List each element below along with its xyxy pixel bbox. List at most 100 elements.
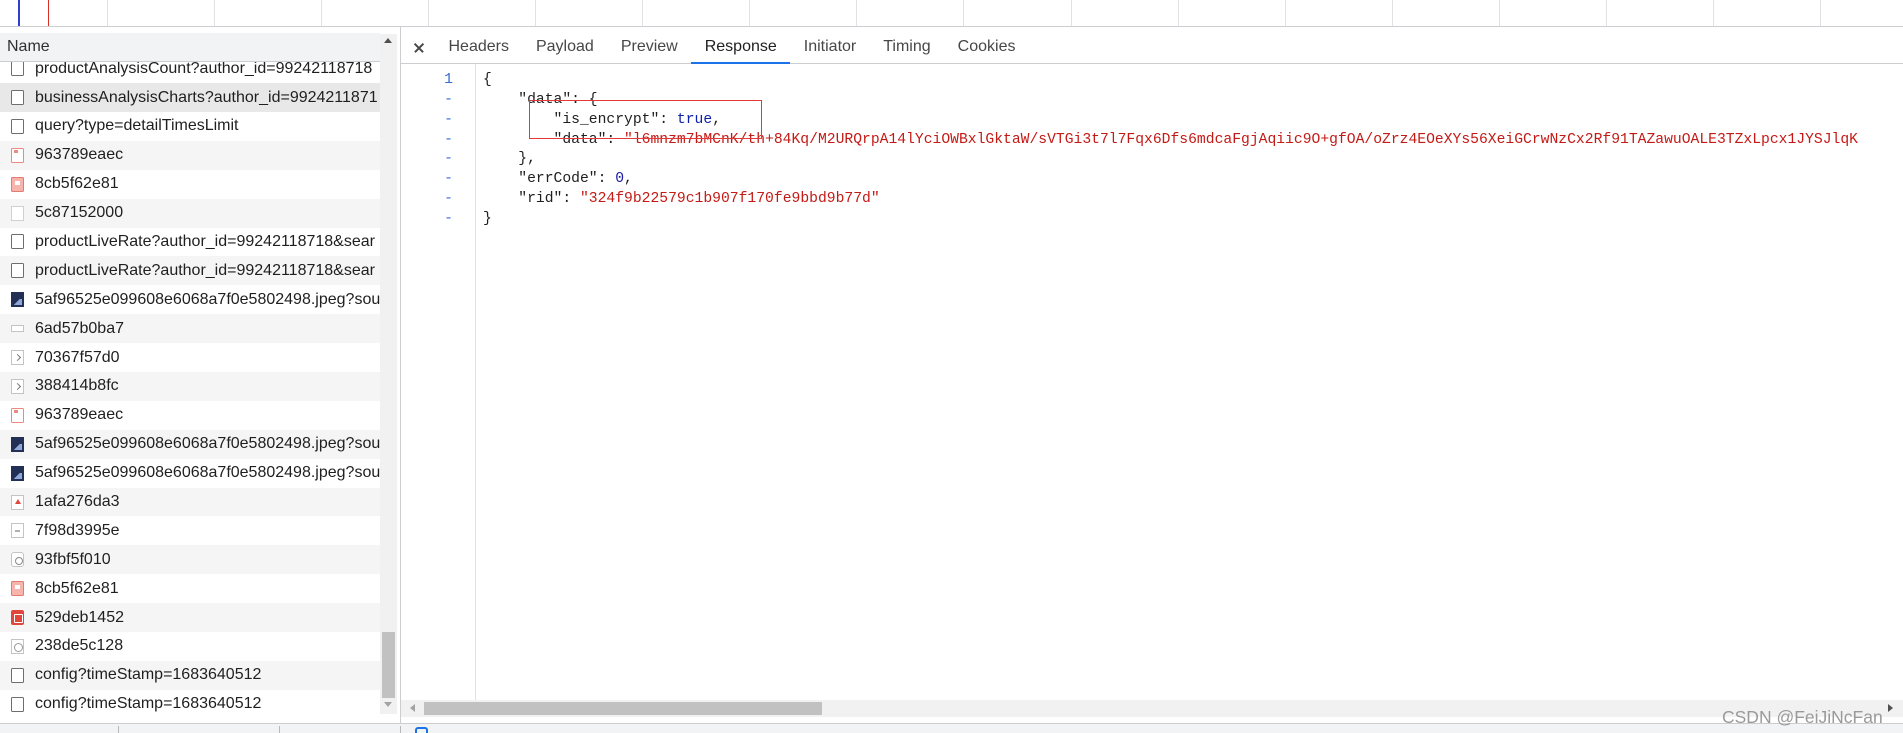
request-name: config?timeStamp=1683640512: [35, 695, 262, 713]
photo-thumbnail-icon: [11, 465, 24, 481]
request-name: 963789eaec: [35, 146, 124, 164]
close-details-button[interactable]: [401, 27, 435, 63]
overview-grid-line: [321, 0, 323, 26]
request-name: 5af96525e099608e6068a7f0e5802498.jpeg?so…: [35, 290, 380, 308]
overview-grid-line: [107, 0, 108, 26]
details-tab-bar: Headers Payload Preview Response Initiator Ti…: [401, 27, 1903, 64]
json-punct: ,: [624, 171, 633, 188]
scrollbar-thumb[interactable]: [424, 702, 822, 715]
tab-timing[interactable]: Timing: [870, 27, 944, 64]
request-row[interactable]: 963789eaec: [0, 400, 380, 430]
request-row[interactable]: productLiveRate?author_id=99242118718&se…: [0, 227, 380, 257]
line-number: -: [444, 92, 453, 109]
json-punct: },: [518, 151, 536, 168]
fetch-request-icon: [11, 62, 24, 77]
code-line: "rid": "324f9b22579c1b907f170fe9bbd9b77d…: [483, 190, 1903, 210]
response-viewer: 1 - - - - - - - {"data": {"is_encrypt": true, "d…: [401, 64, 1903, 700]
status-separator: [400, 726, 401, 733]
request-row[interactable]: 529deb1452: [0, 603, 380, 633]
line-number: -: [444, 171, 453, 188]
request-row[interactable]: 93fbf5f010: [0, 545, 380, 575]
response-body: {"data": {"is_encrypt": true, "data": "l6…: [483, 64, 1903, 230]
request-name: businessAnalysisCharts?author_id=9924211…: [35, 88, 378, 106]
json-string: "324f9b22579c1b907f170fe9bbd9b77d": [579, 190, 880, 207]
request-row[interactable]: 70367f57d0: [0, 343, 380, 372]
json-punct: {: [483, 72, 492, 89]
request-row[interactable]: 5c87152000: [0, 198, 380, 228]
request-row[interactable]: 5af96525e099608e6068a7f0e5802498.jpeg?so…: [0, 285, 380, 315]
request-row[interactable]: productAnalysisCount?author_id=992421187…: [0, 62, 380, 84]
request-name: productAnalysisCount?author_id=992421187…: [35, 62, 373, 77]
font-icon: [11, 552, 24, 568]
scroll-down-arrow-icon[interactable]: [384, 702, 392, 707]
dom-content-loaded-marker: [18, 0, 20, 26]
overview-grid-line: [1070, 0, 1072, 26]
fetch-request-icon: [11, 90, 24, 106]
request-row[interactable]: 8cb5f62e81: [0, 574, 380, 604]
request-row[interactable]: 388414b8fc: [0, 372, 380, 401]
overview-grid-line: [1605, 0, 1607, 26]
overview-grid-line: [963, 0, 965, 26]
json-key: "rid": [518, 190, 563, 207]
overview-grid-line: [428, 0, 430, 26]
request-row[interactable]: 238de5c128: [0, 632, 380, 661]
status-bar: [0, 723, 1903, 733]
fetch-request-icon: [11, 118, 24, 134]
request-row[interactable]: 963789eaec: [0, 140, 380, 170]
script-icon: [11, 378, 24, 394]
request-row[interactable]: 1afa276da3: [0, 487, 380, 517]
line-number: 1: [444, 72, 453, 89]
response-horizontal-scrollbar[interactable]: [401, 700, 1903, 717]
request-row[interactable]: config?timeStamp=1683640512: [0, 689, 380, 719]
code-line: {: [483, 71, 1903, 91]
request-row[interactable]: 5af96525e099608e6068a7f0e5802498.jpeg?so…: [0, 458, 380, 488]
details-tabs: Headers Payload Preview Response Initiator Ti…: [435, 27, 1029, 64]
request-row[interactable]: productLiveRate?author_id=99242118718&se…: [0, 256, 380, 286]
overview-grid-line: [1712, 0, 1714, 26]
tab-cookies[interactable]: Cookies: [944, 27, 1029, 64]
request-name: query?type=detailTimesLimit: [35, 117, 239, 135]
network-overview[interactable]: [0, 0, 1903, 27]
request-row[interactable]: 6ad57b0ba7: [0, 314, 380, 344]
request-name: 5af96525e099608e6068a7f0e5802498.jpeg?so…: [35, 435, 380, 453]
photo-thumbnail-icon: [11, 292, 24, 308]
line-number: -: [444, 151, 453, 168]
line-number: -: [444, 131, 453, 148]
json-punct: :: [562, 190, 580, 207]
scroll-up-arrow-icon[interactable]: [384, 38, 392, 43]
request-row[interactable]: query?type=detailTimesLimit: [0, 111, 380, 141]
request-row[interactable]: 8cb5f62e81: [0, 169, 380, 199]
request-row[interactable]: 7f98d3995e: [0, 516, 380, 546]
request-row[interactable]: config?timeStamp=1683640512: [0, 660, 380, 690]
request-name: 963789eaec: [35, 406, 124, 424]
overview-grid-line: [1391, 0, 1393, 26]
pretty-print-icon[interactable]: [415, 727, 428, 733]
tab-headers[interactable]: Headers: [435, 27, 522, 64]
request-name: 7f98d3995e: [35, 521, 120, 539]
request-list-panel: Name productAnalysisCount?author_id=9924…: [0, 27, 401, 723]
request-name: productLiveRate?author_id=99242118718&se…: [35, 232, 375, 250]
annotation-box: [529, 99, 762, 139]
line-number: -: [444, 190, 453, 207]
tab-payload[interactable]: Payload: [522, 27, 607, 64]
request-details-panel: Headers Payload Preview Response Initiator Ti…: [401, 27, 1903, 723]
request-row[interactable]: 5af96525e099608e6068a7f0e5802498.jpeg?so…: [0, 429, 380, 459]
request-name: 529deb1452: [35, 608, 124, 626]
tab-preview[interactable]: Preview: [607, 27, 691, 64]
script-icon: [11, 350, 24, 366]
json-string: "l6mnzm7bMCnK/th+84Kq/M2URQrpA14lYciOWBx…: [624, 131, 1858, 148]
scrollbar-thumb[interactable]: [382, 632, 395, 698]
request-name: 5af96525e099608e6068a7f0e5802498.jpeg?so…: [35, 464, 380, 482]
request-row[interactable]: businessAnalysisCharts?author_id=9924211…: [0, 83, 380, 112]
bar-icon: [11, 325, 24, 333]
scroll-left-arrow-icon[interactable]: [410, 704, 415, 712]
name-column-header[interactable]: Name: [0, 33, 380, 62]
scroll-right-arrow-icon[interactable]: [1888, 704, 1893, 712]
overview-grid-line: [749, 0, 751, 26]
line-gutter: 1 - - - - - - -: [401, 64, 476, 700]
request-name: 6ad57b0ba7: [35, 319, 124, 337]
request-list-scrollbar[interactable]: [380, 34, 397, 714]
tab-response[interactable]: Response: [691, 27, 791, 64]
tab-initiator[interactable]: Initiator: [790, 27, 869, 64]
blank-file-icon: [11, 205, 24, 221]
